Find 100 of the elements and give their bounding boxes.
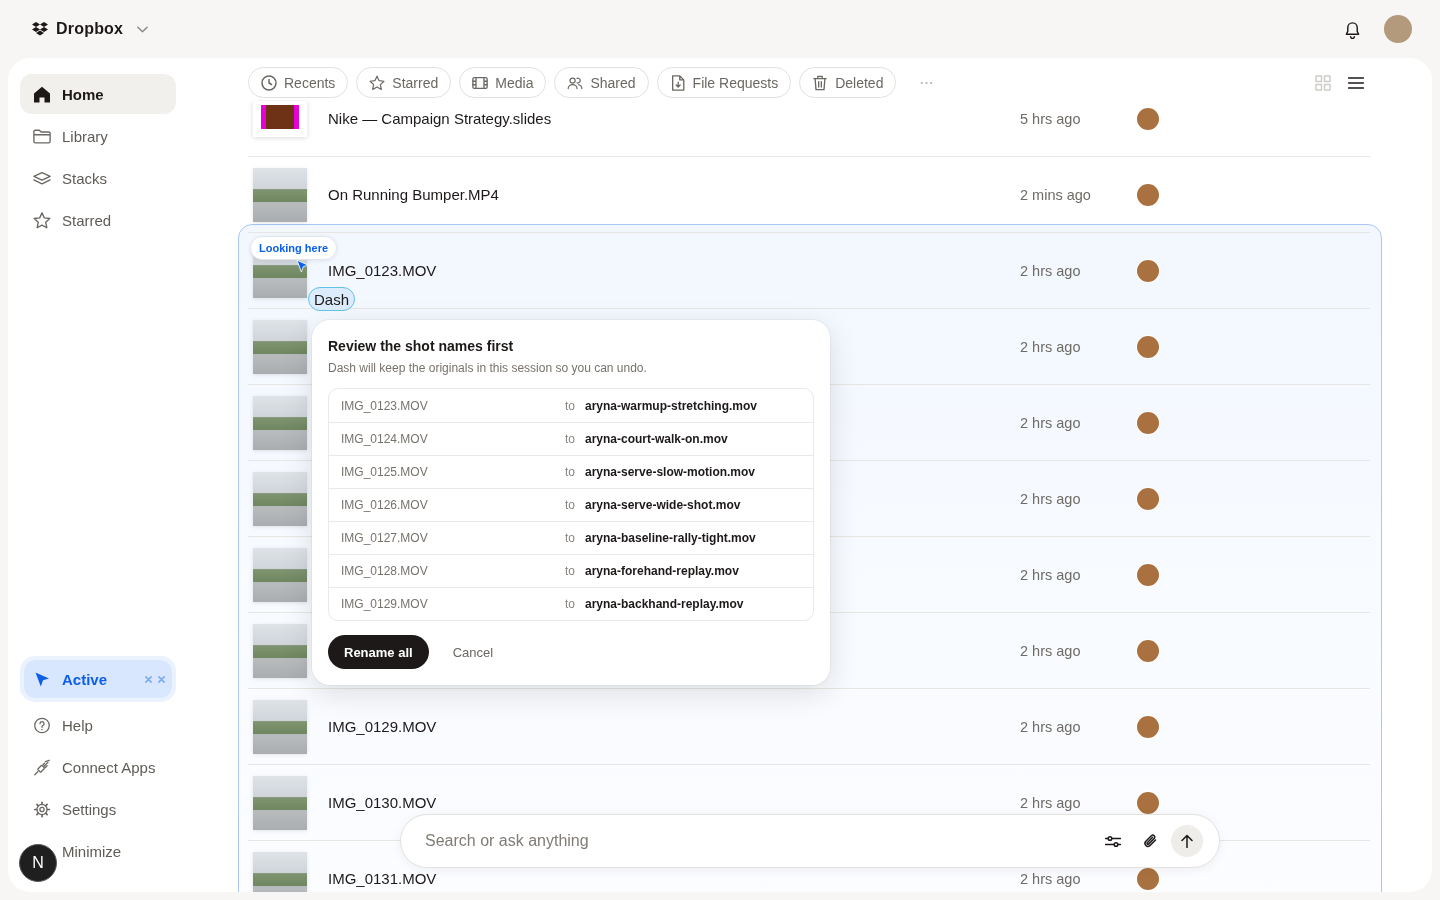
modified-time: 2 hrs ago — [1020, 414, 1082, 431]
original-filename: IMG_0129.MOV — [341, 597, 429, 611]
new-filename: aryna-baseline-rally-tight.mov — [585, 531, 757, 545]
send-button[interactable] — [1171, 825, 1203, 857]
arrow-up-icon — [1181, 834, 1193, 848]
sliders-icon[interactable] — [1105, 834, 1121, 848]
photo-placeholder — [253, 471, 307, 526]
file-name[interactable]: IMG_0129.MOV — [328, 718, 437, 735]
file-name[interactable]: On Running Bumper.MP4 — [328, 186, 499, 203]
brand-name: Dropbox — [56, 20, 124, 38]
filter-chip[interactable]: File Requests — [656, 67, 792, 98]
original-filename: IMG_0127.MOV — [341, 531, 429, 545]
search-input[interactable]: Search or ask anything — [425, 815, 1093, 867]
film-icon — [472, 74, 489, 91]
photo-placeholder — [253, 699, 307, 754]
paperclip-icon[interactable] — [1143, 833, 1157, 849]
file-name[interactable]: IMG_0131.MOV — [328, 870, 437, 887]
cursor-icon — [296, 259, 309, 273]
rename-all-button[interactable]: Rename all — [328, 635, 429, 669]
filter-chip[interactable]: Starred — [356, 67, 452, 98]
plug-icon — [33, 758, 51, 776]
bell-icon[interactable] — [1344, 19, 1361, 39]
connector-label: to — [565, 498, 576, 512]
new-filename: aryna-forehand-replay.mov — [585, 564, 740, 578]
filter-chip[interactable]: Media — [459, 67, 547, 98]
photo-placeholder — [253, 167, 307, 222]
modified-time: 2 hrs ago — [1020, 870, 1082, 887]
modified-time: 2 hrs ago — [1020, 262, 1082, 279]
photo-placeholder — [253, 395, 307, 450]
modified-time: 2 mins ago — [1020, 186, 1092, 203]
original-filename: IMG_0125.MOV — [341, 465, 429, 479]
file-name[interactable]: IMG_0130.MOV — [328, 794, 437, 811]
list-view-icon[interactable] — [1348, 76, 1364, 89]
modified-time: 2 hrs ago — [1020, 566, 1082, 583]
filter-chip[interactable]: Deleted — [799, 67, 897, 98]
file-name[interactable]: Nike — Campaign Strategy.slides — [328, 110, 552, 127]
original-filename: IMG_0128.MOV — [341, 564, 429, 578]
sidebar-item[interactable]: Active — [20, 656, 176, 702]
clock-icon — [261, 74, 277, 91]
cross-icon — [145, 675, 152, 683]
connector-label: to — [565, 564, 576, 578]
owner-avatar — [1137, 107, 1159, 130]
agent-tag: Dash — [308, 287, 356, 311]
photo-placeholder — [253, 547, 307, 602]
dialog-subtitle: Dash will keep the originals in this session so you can undo. — [328, 361, 648, 376]
owner-avatar — [1137, 867, 1159, 890]
focus-hint-label: Looking here — [250, 236, 338, 260]
connector-label: to — [565, 432, 576, 446]
file-arrow-icon — [669, 74, 686, 91]
filter-chip[interactable]: Recents — [248, 67, 349, 98]
owner-avatar — [1137, 639, 1159, 662]
dialog-title: Review the shot names first — [328, 338, 515, 355]
settings-icon — [33, 800, 51, 818]
owner-avatar — [1137, 335, 1159, 358]
sidebar-item[interactable]: Home — [20, 74, 176, 114]
owner-avatar — [1137, 259, 1159, 282]
sidebar-item[interactable]: Minimize — [58, 831, 176, 871]
layers-icon — [33, 169, 51, 187]
dropbox-logo-icon — [32, 22, 48, 36]
sidebar-item[interactable]: Help — [20, 705, 176, 745]
new-filename: aryna-warmup-stretching.mov — [585, 398, 759, 413]
original-filename: IMG_0126.MOV — [341, 498, 429, 512]
sidebar-item[interactable]: Stacks — [20, 158, 176, 198]
star-icon — [33, 211, 51, 229]
people-icon — [567, 74, 584, 91]
sidebar-item[interactable]: Starred — [20, 200, 176, 240]
modified-time: 2 hrs ago — [1020, 642, 1082, 659]
sidebar-item[interactable]: Connect Apps — [20, 747, 176, 787]
original-filename: IMG_0123.MOV — [341, 398, 429, 413]
sidebar-item[interactable]: Settings — [20, 789, 176, 829]
trash-icon — [812, 74, 829, 91]
new-filename: aryna-backhand-replay.mov — [585, 597, 745, 611]
owner-avatar — [1137, 183, 1159, 206]
photo-placeholder — [253, 319, 307, 374]
search-bar[interactable]: Search or ask anything — [400, 814, 1220, 868]
modified-time: 5 hrs ago — [1020, 110, 1082, 127]
cursor-icon — [33, 670, 51, 688]
new-filename: aryna-serve-wide-shot.mov — [585, 498, 742, 512]
connector-label: to — [565, 597, 576, 611]
new-filename: aryna-serve-slow-motion.mov — [585, 465, 757, 479]
owner-avatar — [1137, 791, 1159, 814]
star-icon — [369, 74, 386, 91]
account-avatar[interactable]: N — [19, 844, 57, 882]
chevron-down-icon[interactable] — [137, 25, 149, 33]
file-name[interactable]: IMG_0123.MOV — [328, 262, 437, 279]
connector-label: to — [565, 398, 576, 413]
photo-placeholder — [253, 775, 307, 830]
original-filename: IMG_0124.MOV — [341, 432, 429, 446]
filter-chip[interactable]: Shared — [554, 67, 649, 98]
help-icon — [33, 716, 51, 734]
modified-time: 2 hrs ago — [1020, 338, 1082, 355]
cancel-button[interactable]: Cancel — [452, 635, 494, 669]
cross-icon — [158, 675, 165, 683]
modified-time: 2 hrs ago — [1020, 794, 1082, 811]
owner-avatar — [1137, 715, 1159, 738]
new-filename: aryna-court-walk-on.mov — [585, 432, 729, 446]
sidebar-item[interactable]: Library — [20, 116, 176, 156]
photo-placeholder — [253, 851, 307, 892]
photo-placeholder — [253, 623, 307, 678]
connector-label: to — [565, 465, 576, 479]
